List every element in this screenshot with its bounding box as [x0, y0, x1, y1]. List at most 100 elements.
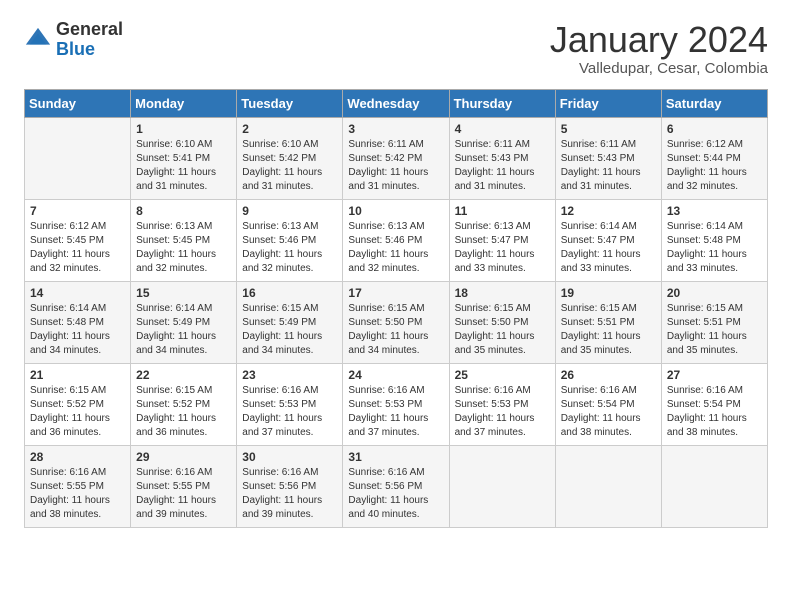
header-sunday: Sunday: [25, 89, 131, 117]
day-number: 25: [455, 368, 550, 382]
month-title: January 2024: [550, 20, 768, 60]
header-monday: Monday: [131, 89, 237, 117]
cell-info: Sunrise: 6:11 AMSunset: 5:43 PMDaylight:…: [561, 138, 656, 194]
week-row-4: 21 Sunrise: 6:15 AMSunset: 5:52 PMDayligh…: [25, 363, 768, 445]
cell-info: Sunrise: 6:10 AMSunset: 5:41 PMDaylight:…: [136, 138, 231, 194]
cell-info: Sunrise: 6:16 AMSunset: 5:56 PMDaylight:…: [242, 466, 337, 522]
title-block: January 2024 Valledupar, Cesar, Colombia: [550, 20, 768, 77]
calendar-cell: 10 Sunrise: 6:13 AMSunset: 5:46 PMDayligh…: [343, 199, 449, 281]
cell-info: Sunrise: 6:16 AMSunset: 5:53 PMDaylight:…: [348, 384, 443, 440]
calendar-cell: 21 Sunrise: 6:15 AMSunset: 5:52 PMDayligh…: [25, 363, 131, 445]
calendar-header-row: SundayMondayTuesdayWednesdayThursdayFrid…: [25, 89, 768, 117]
day-number: 4: [455, 122, 550, 136]
calendar-cell: 23 Sunrise: 6:16 AMSunset: 5:53 PMDayligh…: [237, 363, 343, 445]
calendar-cell: [449, 445, 555, 527]
week-row-1: 1 Sunrise: 6:10 AMSunset: 5:41 PMDaylight…: [25, 117, 768, 199]
week-row-3: 14Sunrise: 6:14 AMSunset: 5:48 PMDayligh…: [25, 281, 768, 363]
day-number: 20: [667, 286, 762, 300]
cell-info: Sunrise: 6:16 AMSunset: 5:53 PMDaylight:…: [455, 384, 550, 440]
calendar-cell: 25 Sunrise: 6:16 AMSunset: 5:53 PMDayligh…: [449, 363, 555, 445]
calendar-cell: 17Sunrise: 6:15 AMSunset: 5:50 PMDayligh…: [343, 281, 449, 363]
day-number: 21: [30, 368, 125, 382]
day-number: 9: [242, 204, 337, 218]
cell-info: Sunrise: 6:13 AMSunset: 5:45 PMDaylight:…: [136, 220, 231, 276]
cell-info: Sunrise: 6:15 AMSunset: 5:51 PMDaylight:…: [667, 302, 762, 358]
cell-info: Sunrise: 6:15 AMSunset: 5:51 PMDaylight:…: [561, 302, 656, 358]
cell-info: Sunrise: 6:15 AMSunset: 5:49 PMDaylight:…: [242, 302, 337, 358]
day-number: 28: [30, 450, 125, 464]
cell-info: Sunrise: 6:16 AMSunset: 5:54 PMDaylight:…: [561, 384, 656, 440]
day-number: 12: [561, 204, 656, 218]
cell-info: Sunrise: 6:10 AMSunset: 5:42 PMDaylight:…: [242, 138, 337, 194]
calendar-cell: [555, 445, 661, 527]
logo-icon: [24, 26, 52, 54]
calendar-cell: 9Sunrise: 6:13 AMSunset: 5:46 PMDaylight…: [237, 199, 343, 281]
calendar-cell: 1 Sunrise: 6:10 AMSunset: 5:41 PMDaylight…: [131, 117, 237, 199]
cell-info: Sunrise: 6:13 AMSunset: 5:46 PMDaylight:…: [348, 220, 443, 276]
calendar-cell: 28 Sunrise: 6:16 AMSunset: 5:55 PMDayligh…: [25, 445, 131, 527]
calendar-cell: 7 Sunrise: 6:12 AMSunset: 5:45 PMDaylight…: [25, 199, 131, 281]
header-thursday: Thursday: [449, 89, 555, 117]
day-number: 5: [561, 122, 656, 136]
header-wednesday: Wednesday: [343, 89, 449, 117]
day-number: 31: [348, 450, 443, 464]
calendar-table: SundayMondayTuesdayWednesdayThursdayFrid…: [24, 89, 768, 528]
day-number: 30: [242, 450, 337, 464]
day-number: 17: [348, 286, 443, 300]
day-number: 18: [455, 286, 550, 300]
page-header: General Blue January 2024 Valledupar, Ce…: [24, 20, 768, 77]
cell-info: Sunrise: 6:11 AMSunset: 5:42 PMDaylight:…: [348, 138, 443, 194]
cell-info: Sunrise: 6:16 AMSunset: 5:54 PMDaylight:…: [667, 384, 762, 440]
calendar-cell: 12Sunrise: 6:14 AMSunset: 5:47 PMDayligh…: [555, 199, 661, 281]
day-number: 23: [242, 368, 337, 382]
logo-general-text: General: [56, 20, 123, 40]
cell-info: Sunrise: 6:16 AMSunset: 5:55 PMDaylight:…: [30, 466, 125, 522]
day-number: 7: [30, 204, 125, 218]
logo: General Blue: [24, 20, 123, 60]
cell-info: Sunrise: 6:12 AMSunset: 5:45 PMDaylight:…: [30, 220, 125, 276]
day-number: 11: [455, 204, 550, 218]
cell-info: Sunrise: 6:16 AMSunset: 5:53 PMDaylight:…: [242, 384, 337, 440]
calendar-cell: 26Sunrise: 6:16 AMSunset: 5:54 PMDayligh…: [555, 363, 661, 445]
cell-info: Sunrise: 6:14 AMSunset: 5:48 PMDaylight:…: [667, 220, 762, 276]
calendar-cell: 29 Sunrise: 6:16 AMSunset: 5:55 PMDayligh…: [131, 445, 237, 527]
calendar-cell: 13 Sunrise: 6:14 AMSunset: 5:48 PMDayligh…: [661, 199, 767, 281]
calendar-cell: 30 Sunrise: 6:16 AMSunset: 5:56 PMDayligh…: [237, 445, 343, 527]
day-number: 10: [348, 204, 443, 218]
calendar-cell: 22 Sunrise: 6:15 AMSunset: 5:52 PMDayligh…: [131, 363, 237, 445]
calendar-cell: 19 Sunrise: 6:15 AMSunset: 5:51 PMDayligh…: [555, 281, 661, 363]
cell-info: Sunrise: 6:15 AMSunset: 5:52 PMDaylight:…: [30, 384, 125, 440]
calendar-cell: 16Sunrise: 6:15 AMSunset: 5:49 PMDayligh…: [237, 281, 343, 363]
cell-info: Sunrise: 6:13 AMSunset: 5:47 PMDaylight:…: [455, 220, 550, 276]
week-row-5: 28 Sunrise: 6:16 AMSunset: 5:55 PMDayligh…: [25, 445, 768, 527]
day-number: 27: [667, 368, 762, 382]
cell-info: Sunrise: 6:16 AMSunset: 5:55 PMDaylight:…: [136, 466, 231, 522]
day-number: 2: [242, 122, 337, 136]
logo-text: General Blue: [56, 20, 123, 60]
day-number: 15: [136, 286, 231, 300]
calendar-cell: 20 Sunrise: 6:15 AMSunset: 5:51 PMDayligh…: [661, 281, 767, 363]
day-number: 29: [136, 450, 231, 464]
cell-info: Sunrise: 6:12 AMSunset: 5:44 PMDaylight:…: [667, 138, 762, 194]
day-number: 6: [667, 122, 762, 136]
calendar-cell: [25, 117, 131, 199]
calendar-cell: 3 Sunrise: 6:11 AMSunset: 5:42 PMDaylight…: [343, 117, 449, 199]
calendar-cell: 2 Sunrise: 6:10 AMSunset: 5:42 PMDaylight…: [237, 117, 343, 199]
day-number: 3: [348, 122, 443, 136]
calendar-cell: 5 Sunrise: 6:11 AMSunset: 5:43 PMDaylight…: [555, 117, 661, 199]
logo-blue-text: Blue: [56, 40, 123, 60]
calendar-cell: 8Sunrise: 6:13 AMSunset: 5:45 PMDaylight…: [131, 199, 237, 281]
day-number: 14: [30, 286, 125, 300]
cell-info: Sunrise: 6:11 AMSunset: 5:43 PMDaylight:…: [455, 138, 550, 194]
week-row-2: 7 Sunrise: 6:12 AMSunset: 5:45 PMDaylight…: [25, 199, 768, 281]
cell-info: Sunrise: 6:16 AMSunset: 5:56 PMDaylight:…: [348, 466, 443, 522]
day-number: 13: [667, 204, 762, 218]
calendar-cell: 11 Sunrise: 6:13 AMSunset: 5:47 PMDayligh…: [449, 199, 555, 281]
day-number: 22: [136, 368, 231, 382]
calendar-cell: 15Sunrise: 6:14 AMSunset: 5:49 PMDayligh…: [131, 281, 237, 363]
cell-info: Sunrise: 6:15 AMSunset: 5:52 PMDaylight:…: [136, 384, 231, 440]
day-number: 19: [561, 286, 656, 300]
calendar-cell: 31 Sunrise: 6:16 AMSunset: 5:56 PMDayligh…: [343, 445, 449, 527]
cell-info: Sunrise: 6:15 AMSunset: 5:50 PMDaylight:…: [455, 302, 550, 358]
day-number: 1: [136, 122, 231, 136]
